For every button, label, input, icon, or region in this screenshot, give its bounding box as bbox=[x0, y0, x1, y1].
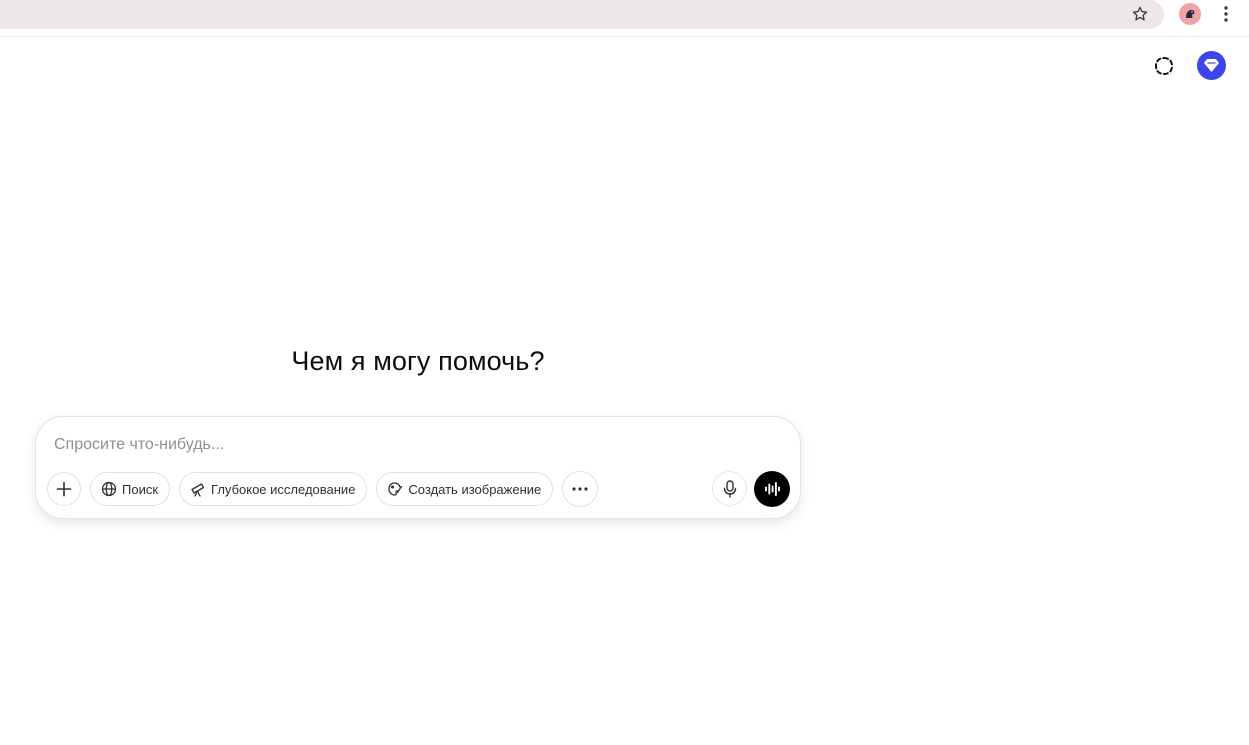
create-image-label: Создать изображение bbox=[408, 481, 542, 497]
browser-toolbar bbox=[0, 0, 1249, 36]
prompt-composer: Поиск Глубокое исследование bbox=[35, 416, 801, 519]
profile-avatar[interactable] bbox=[1179, 3, 1201, 25]
more-tools-button[interactable] bbox=[562, 471, 599, 507]
search-button-label: Поиск bbox=[122, 481, 159, 497]
globe-icon bbox=[101, 481, 117, 497]
address-bar[interactable] bbox=[0, 0, 1164, 29]
telescope-icon bbox=[190, 481, 206, 497]
composer-tools: Поиск Глубокое исследование Создать изоб… bbox=[47, 471, 599, 507]
palette-icon bbox=[387, 481, 403, 497]
voice-mode-button[interactable] bbox=[754, 471, 790, 507]
browser-divider bbox=[0, 36, 1249, 37]
kebab-menu-icon[interactable] bbox=[1216, 3, 1236, 25]
temporary-chat-icon[interactable] bbox=[1150, 52, 1178, 80]
prompt-input[interactable] bbox=[54, 433, 754, 457]
microphone-icon bbox=[723, 479, 736, 498]
waveform-icon bbox=[765, 482, 780, 496]
deep-research-label: Глубокое исследование bbox=[211, 481, 356, 497]
deep-research-button[interactable]: Глубокое исследование bbox=[179, 472, 368, 506]
star-icon[interactable] bbox=[1129, 3, 1151, 25]
search-button[interactable]: Поиск bbox=[90, 472, 171, 506]
page-title: Чем я могу помочь? bbox=[291, 346, 545, 376]
page: Чем я могу помочь? Поиск bbox=[0, 0, 1249, 745]
upgrade-plan-icon[interactable] bbox=[1197, 51, 1226, 80]
create-image-button[interactable]: Создать изображение bbox=[376, 472, 554, 506]
attach-button[interactable] bbox=[47, 472, 81, 506]
plus-icon bbox=[56, 481, 72, 497]
ellipsis-icon bbox=[572, 487, 588, 491]
dictate-button[interactable] bbox=[712, 471, 747, 506]
